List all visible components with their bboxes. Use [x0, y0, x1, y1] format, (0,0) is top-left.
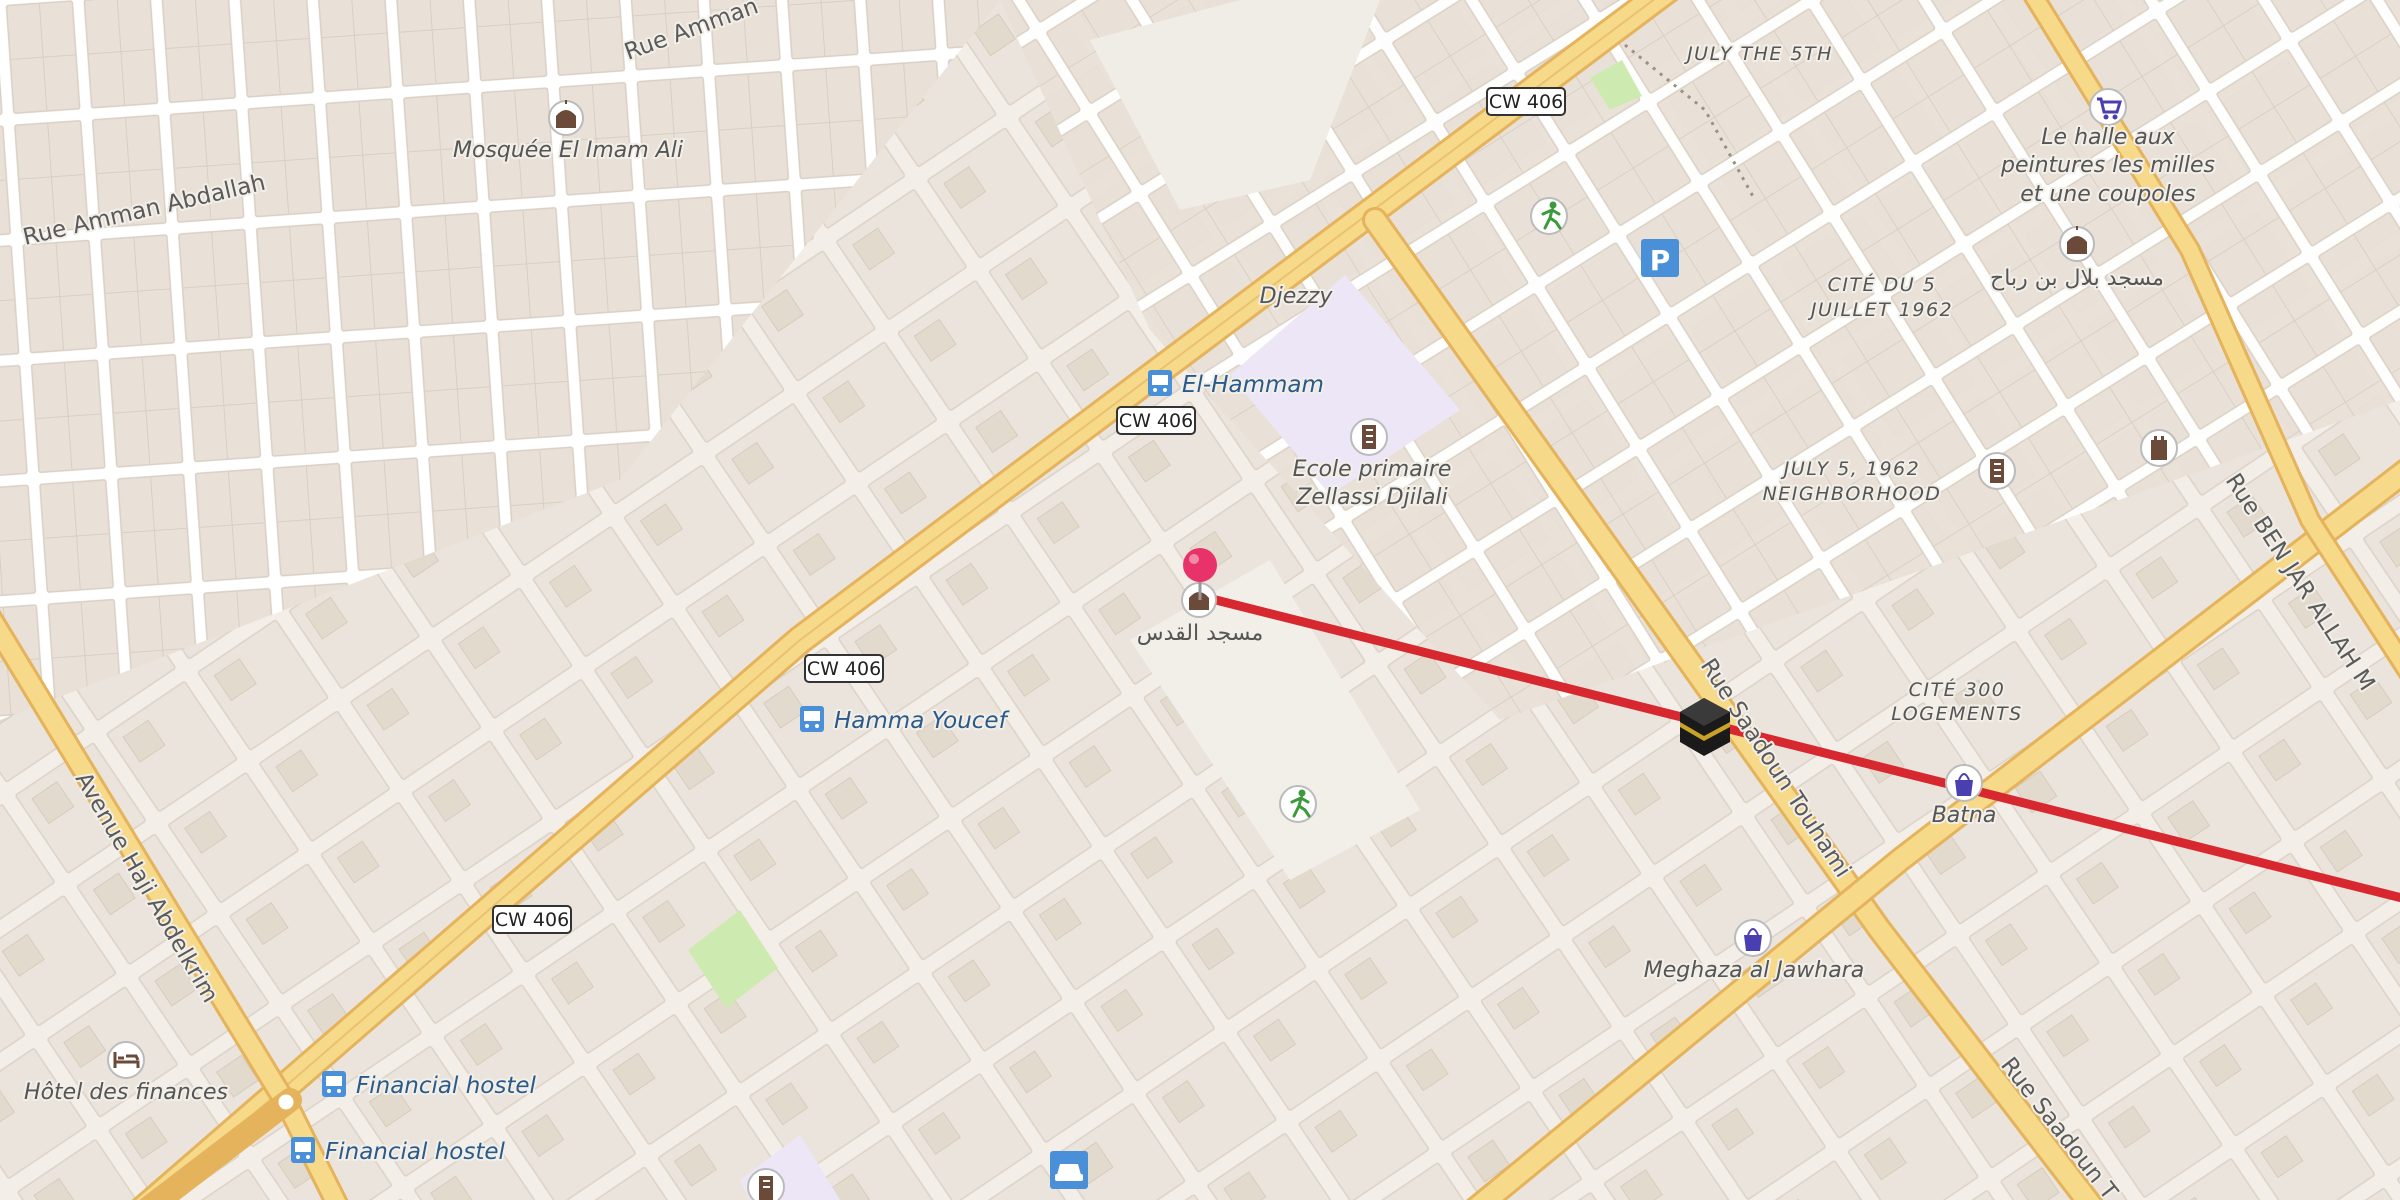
hotel-bed-icon: [107, 1041, 145, 1079]
road-shield-cw406-2: CW 406: [1116, 406, 1196, 435]
svg-text:Financial hostel: Financial hostel: [325, 1139, 505, 1165]
pin-marker-icon: [1183, 548, 1217, 582]
svg-text:CW 406: CW 406: [1119, 410, 1193, 432]
road-shield-cw406-1: CW 406: [1486, 87, 1566, 116]
neighborhood-cite-du-5-line2: JUILLET 1962: [1807, 299, 1953, 321]
svg-text:CW 406: CW 406: [1489, 91, 1563, 113]
svg-text:Batna: Batna: [1932, 803, 1997, 828]
svg-text:مسجد بلال بن رباح: مسجد بلال بن رباح: [1990, 266, 2164, 291]
car-poi[interactable]: [1050, 1151, 1088, 1189]
svg-text:CW 406: CW 406: [495, 909, 569, 931]
school-poi-3[interactable]: [747, 1168, 785, 1200]
svg-text:Hamma Youcef: Hamma Youcef: [834, 708, 1010, 734]
neighborhood-july-the-5th: JULY THE 5TH: [1683, 43, 1833, 65]
fitness-poi[interactable]: [1530, 197, 1568, 235]
road-shield-cw406-4: CW 406: [492, 905, 572, 934]
svg-text:Mosquée El Imam Ali: Mosquée El Imam Ali: [453, 138, 683, 163]
svg-text:Hôtel des finances: Hôtel des finances: [24, 1080, 228, 1105]
neighborhood-cite-300-line2: LOGEMENTS: [1891, 703, 2022, 725]
svg-text:Meghaza al Jawhara: Meghaza al Jawhara: [1644, 958, 1864, 983]
roundabout: [275, 1091, 297, 1113]
svg-text:CW 406: CW 406: [807, 658, 881, 680]
svg-text:Ecole primaire: Ecole primaire: [1293, 457, 1452, 482]
svg-text:Financial hostel: Financial hostel: [356, 1073, 536, 1099]
parking-poi[interactable]: P: [1641, 239, 1679, 277]
svg-text:مسجد القدس: مسجد القدس: [1137, 621, 1264, 646]
tower-poi[interactable]: [2140, 429, 2178, 467]
neighborhood-july-5-1962-line1: JULY 5, 1962: [1780, 458, 1920, 480]
fitness-poi-2[interactable]: [1279, 785, 1317, 823]
neighborhood-cite-300-line1: CITÉ 300: [1909, 678, 2006, 701]
svg-text:et une coupoles: et une coupoles: [2020, 182, 2196, 207]
poi-djezzy[interactable]: Djezzy: [1258, 282, 1336, 311]
school-poi-2[interactable]: [1978, 452, 2016, 490]
svg-text:peintures les milles: peintures les milles: [2000, 153, 2215, 178]
road-shield-cw406-3: CW 406: [804, 654, 884, 683]
svg-text:El-Hammam: El-Hammam: [1182, 372, 1324, 398]
svg-text:Le halle aux: Le halle aux: [2041, 125, 2175, 150]
neighborhood-cite-du-5-line1: CITÉ DU 5: [1828, 273, 1937, 296]
map-canvas[interactable]: Rue Amman Abdallah Rue Amman Avenue Haji…: [0, 0, 2400, 1200]
svg-text:P: P: [1650, 244, 1671, 277]
svg-text:Zellassi Djilali: Zellassi Djilali: [1295, 485, 1447, 510]
shopping-cart-icon: [2089, 88, 2127, 126]
neighborhood-july-5-1962-line2: NEIGHBORHOOD: [1763, 483, 1942, 505]
